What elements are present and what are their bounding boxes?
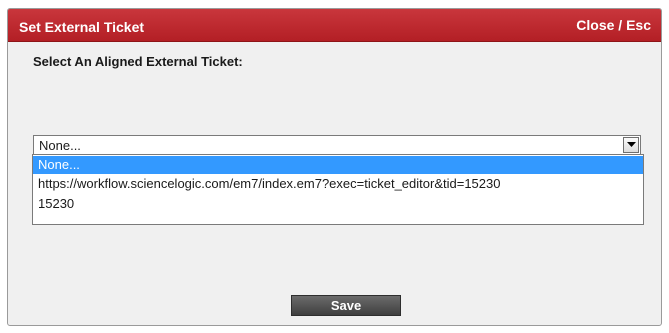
option-ticket-id[interactable]: 15230 (33, 195, 643, 213)
chevron-down-icon[interactable] (623, 137, 639, 153)
external-ticket-select[interactable]: None... (33, 135, 641, 155)
set-external-ticket-dialog: Set External Ticket Close / Esc Select A… (7, 8, 662, 326)
dialog-title: Set External Ticket (19, 19, 145, 35)
option-ticket-url[interactable]: https://workflow.sciencelogic.com/em7/in… (33, 175, 643, 193)
option-none[interactable]: None... (33, 156, 643, 174)
save-button[interactable]: Save (291, 295, 401, 316)
close-button[interactable]: Close / Esc (576, 17, 651, 33)
dialog-titlebar: Set External Ticket Close / Esc (8, 9, 661, 42)
ticket-options-list: None... https://workflow.sciencelogic.co… (32, 154, 644, 225)
select-current-value: None... (39, 138, 81, 153)
select-prompt-label: Select An Aligned External Ticket: (33, 54, 243, 69)
